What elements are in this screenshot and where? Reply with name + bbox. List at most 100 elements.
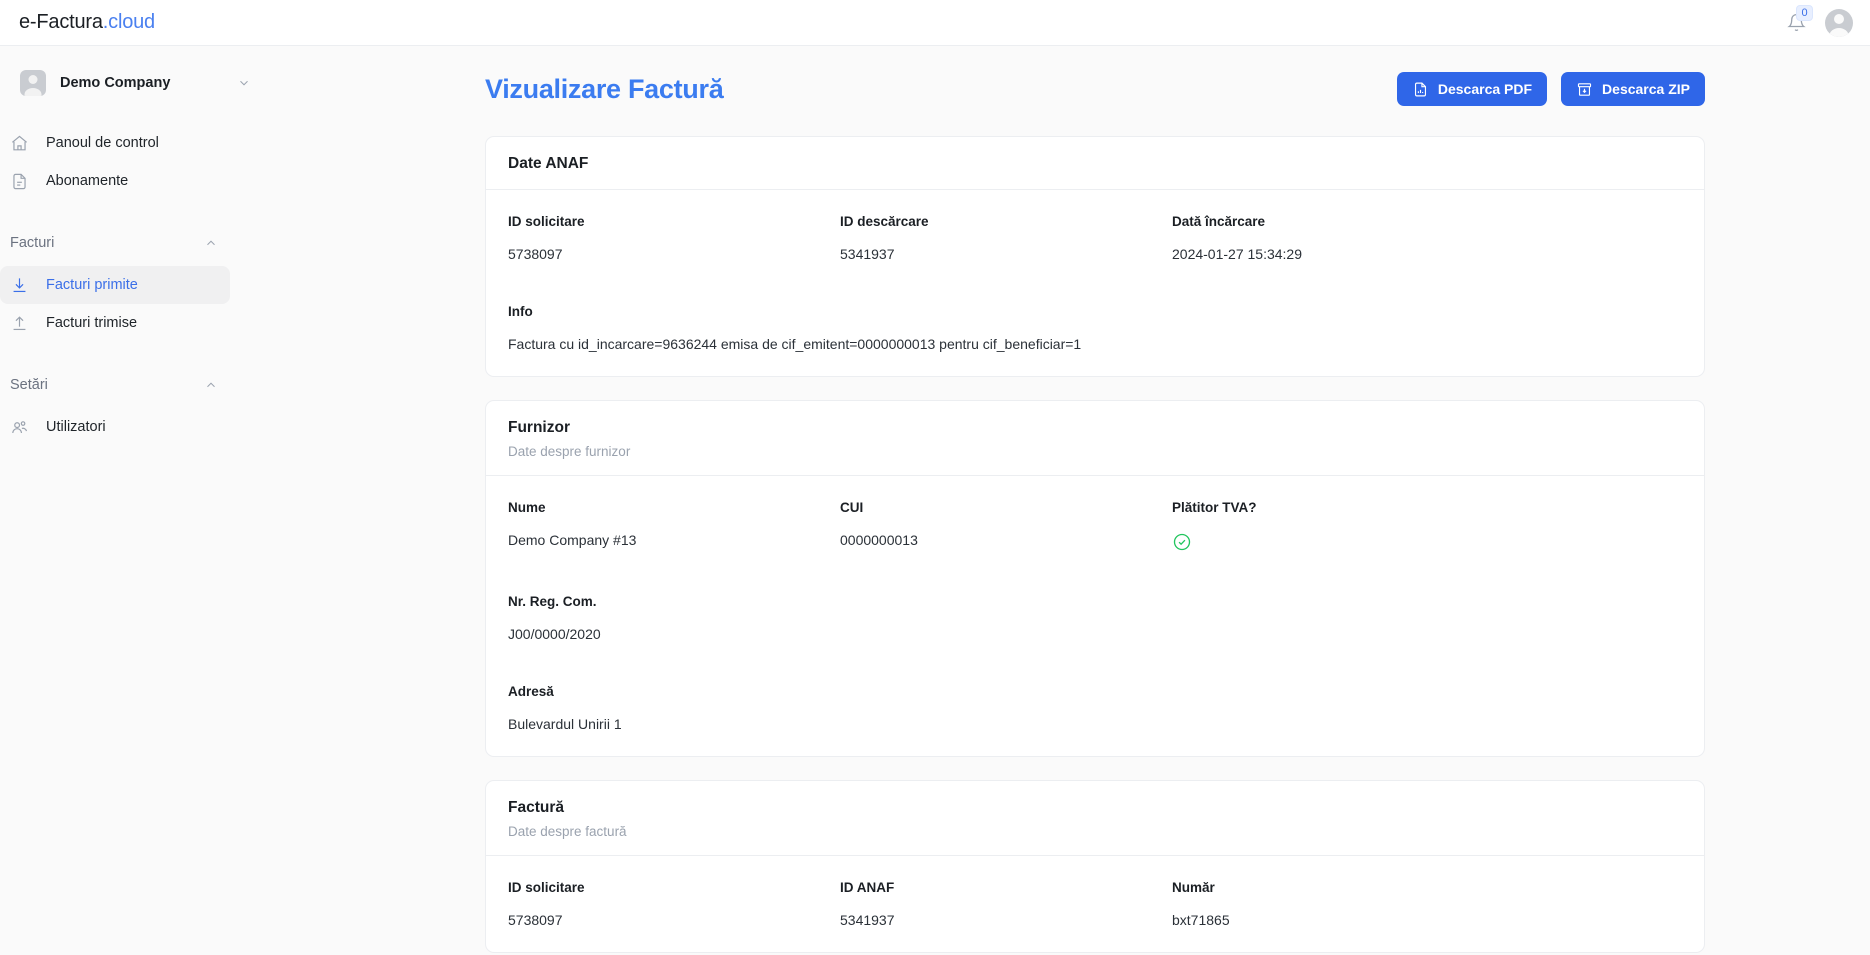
company-switcher[interactable]: Demo Company: [10, 64, 265, 102]
brand-name: e-Factura: [19, 11, 103, 33]
field-label: Plătitor TVA?: [1172, 500, 1257, 515]
sidebar-item-label: Facturi trimise: [46, 315, 138, 331]
user-avatar[interactable]: [1825, 8, 1853, 37]
field-value: 2024-01-27 15:34:29: [1172, 246, 1302, 262]
field-value: Factura cu id_incarcare=9636244 emisa de…: [508, 336, 1082, 352]
card-header: Factură Date despre factură: [486, 781, 1704, 856]
company-name: Demo Company: [60, 75, 171, 91]
sidebar-group-title: Facturi: [10, 235, 55, 251]
sidebar-item-facturi-primite[interactable]: Facturi primite: [0, 266, 230, 304]
card-subtitle: Date despre factură: [508, 824, 627, 839]
sidebar-item-facturi-trimise[interactable]: Facturi trimise: [0, 304, 230, 342]
users-icon: [12, 420, 28, 433]
card-title: Furnizor: [508, 419, 570, 436]
field-row: ID solicitare 5738097 ID descărcare 5341…: [508, 214, 1682, 262]
sidebar-group-facturi-items: Facturi primite Facturi trimise: [0, 266, 277, 342]
field-row: Info Factura cu id_incarcare=9636244 emi…: [508, 304, 1682, 352]
sidebar-group-setari-items: Utilizatori: [0, 408, 277, 446]
field-id-anaf: ID ANAF 5341937: [840, 880, 1172, 928]
field-id-solicitare: ID solicitare 5738097: [508, 880, 840, 928]
field-adresa: Adresă Bulevardul Unirii 1: [508, 684, 840, 732]
sidebar-group-title: Setări: [10, 377, 48, 393]
chevron-down-icon: [240, 80, 248, 86]
chevron-up-icon: [207, 382, 215, 388]
main-content: Vizualizare Factură Descarca PDF Descarc…: [277, 46, 1870, 955]
download-zip-label: Descarca ZIP: [1602, 81, 1690, 97]
document-icon: [13, 173, 26, 189]
field-label: Nr. Reg. Com.: [508, 594, 597, 609]
download-zip-button[interactable]: Descarca ZIP: [1561, 72, 1705, 106]
field-value: Bulevardul Unirii 1: [508, 716, 622, 732]
card-title: Date ANAF: [508, 155, 589, 172]
notification-count-badge: 0: [1796, 4, 1813, 21]
chevron-up-icon: [207, 240, 215, 246]
sidebar-item-label: Facturi primite: [46, 277, 138, 293]
field-label: Număr: [1172, 880, 1215, 895]
field-nume: Nume Demo Company #13: [508, 500, 840, 552]
app-logo[interactable]: e-Factura.cloud: [19, 11, 155, 34]
field-value: 0000000013: [840, 532, 918, 548]
field-id-solicitare: ID solicitare 5738097: [508, 214, 840, 262]
field-value: 5738097: [508, 246, 563, 262]
field-label: Dată încărcare: [1172, 214, 1266, 229]
card-body: Nume Demo Company #13 CUI 0000000013 Plă…: [486, 476, 1704, 756]
sidebar-item-label: Utilizatori: [46, 419, 106, 435]
field-label: Nume: [508, 500, 546, 515]
field-row: ID solicitare 5738097 ID ANAF 5341937 Nu…: [508, 880, 1682, 928]
card-header: Furnizor Date despre furnizor: [486, 401, 1704, 476]
brand-suffix: .cloud: [102, 11, 155, 33]
field-info: Info Factura cu id_incarcare=9636244 emi…: [508, 304, 1682, 352]
content-container: Vizualizare Factură Descarca PDF Descarc…: [485, 72, 1705, 953]
field-label: Info: [508, 304, 533, 319]
card-body: ID solicitare 5738097 ID descărcare 5341…: [486, 190, 1704, 376]
card-factura: Factură Date despre factură ID solicitar…: [485, 780, 1705, 953]
field-value: bxt71865: [1172, 912, 1230, 928]
file-chart-icon: [1414, 82, 1426, 96]
field-label: CUI: [840, 500, 864, 515]
sidebar: Demo Company Panoul de control Abonament…: [0, 46, 277, 955]
sidebar-group-facturi[interactable]: Facturi: [0, 226, 277, 260]
page-actions: Descarca PDF Descarca ZIP: [1396, 72, 1705, 106]
field-numar: Număr bxt71865: [1172, 880, 1504, 928]
sidebar-item-label: Panoul de control: [46, 135, 159, 151]
field-data-incarcare: Dată încărcare 2024-01-27 15:34:29: [1172, 214, 1504, 262]
field-value: J00/0000/2020: [508, 626, 601, 642]
notifications-button[interactable]: 0: [1785, 4, 1813, 34]
card-date-anaf: Date ANAF ID solicitare 5738097 ID descă…: [485, 136, 1705, 377]
field-value: 5738097: [508, 912, 563, 928]
check-circle-icon: [1173, 533, 1191, 551]
field-row: Adresă Bulevardul Unirii 1: [508, 684, 1682, 732]
sidebar-item-panoul-de-control[interactable]: Panoul de control: [0, 124, 230, 162]
card-header: Date ANAF: [486, 137, 1704, 190]
company-avatar-icon: [20, 70, 46, 96]
page-header: Vizualizare Factură Descarca PDF Descarc…: [485, 72, 1705, 106]
field-row: Nr. Reg. Com. J00/0000/2020: [508, 594, 1682, 642]
download-icon: [13, 277, 26, 292]
field-value: 5341937: [840, 912, 895, 928]
upload-icon: [13, 315, 26, 330]
sidebar-item-utilizatori[interactable]: Utilizatori: [0, 408, 230, 446]
field-row: Nume Demo Company #13 CUI 0000000013 Plă…: [508, 500, 1682, 552]
field-label: ID solicitare: [508, 880, 585, 895]
field-label: ID descărcare: [840, 214, 929, 229]
field-label: ID solicitare: [508, 214, 585, 229]
field-cui: CUI 0000000013: [840, 500, 1172, 552]
field-nr-reg-com: Nr. Reg. Com. J00/0000/2020: [508, 594, 840, 642]
top-bar-right: 0: [1785, 4, 1853, 37]
field-value: Demo Company #13: [508, 532, 637, 548]
page-title: Vizualizare Factură: [485, 73, 724, 104]
page-layout: Demo Company Panoul de control Abonament…: [0, 46, 1870, 955]
field-platitor-tva: Plătitor TVA?: [1172, 500, 1504, 552]
field-label: Adresă: [508, 684, 554, 699]
download-pdf-button[interactable]: Descarca PDF: [1396, 72, 1548, 106]
field-label: ID ANAF: [840, 880, 895, 895]
field-id-descarcare: ID descărcare 5341937: [840, 214, 1172, 262]
sidebar-item-abonamente[interactable]: Abonamente: [0, 162, 230, 200]
archive-download-icon: [1577, 82, 1592, 96]
home-icon: [11, 135, 28, 150]
field-value: 5341937: [840, 246, 895, 262]
sidebar-group-setari[interactable]: Setări: [0, 368, 277, 402]
card-body: ID solicitare 5738097 ID ANAF 5341937 Nu…: [486, 856, 1704, 952]
card-furnizor: Furnizor Date despre furnizor Nume Demo …: [485, 400, 1705, 757]
sidebar-item-label: Abonamente: [46, 173, 129, 189]
